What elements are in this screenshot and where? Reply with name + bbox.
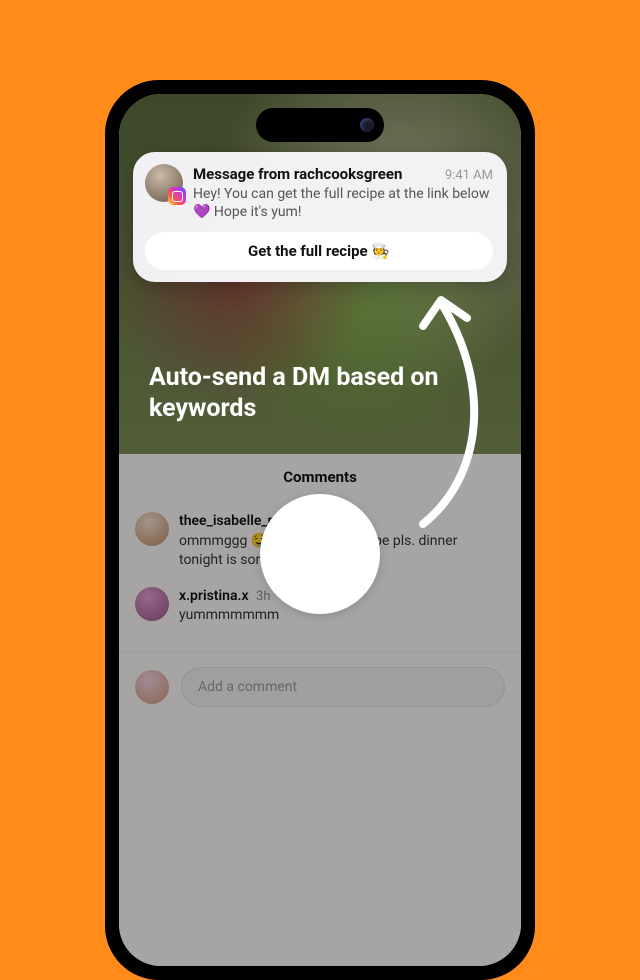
- notification-title: Message from rachcooksgreen: [193, 164, 402, 184]
- front-camera: [360, 118, 374, 132]
- touch-indicator: [260, 494, 380, 614]
- phone-frame: Comments thee_isabelle_martinez 1h ommmg…: [105, 80, 535, 980]
- notification-card[interactable]: Message from rachcooksgreen 9:41 AM Hey!…: [133, 152, 507, 282]
- avatar: [145, 164, 183, 202]
- notification-time: 9:41 AM: [445, 167, 493, 185]
- recipe-button[interactable]: Get the full recipe 🧑‍🍳: [145, 232, 493, 270]
- instagram-icon: [168, 187, 186, 205]
- notification-text: Hey! You can get the full recipe at the …: [193, 185, 493, 223]
- dynamic-island: [256, 108, 384, 142]
- notification-body: Message from rachcooksgreen 9:41 AM Hey!…: [193, 164, 493, 222]
- phone-screen: Comments thee_isabelle_martinez 1h ommmg…: [119, 94, 521, 966]
- promo-text: Auto-send a DM based on keywords: [149, 362, 481, 425]
